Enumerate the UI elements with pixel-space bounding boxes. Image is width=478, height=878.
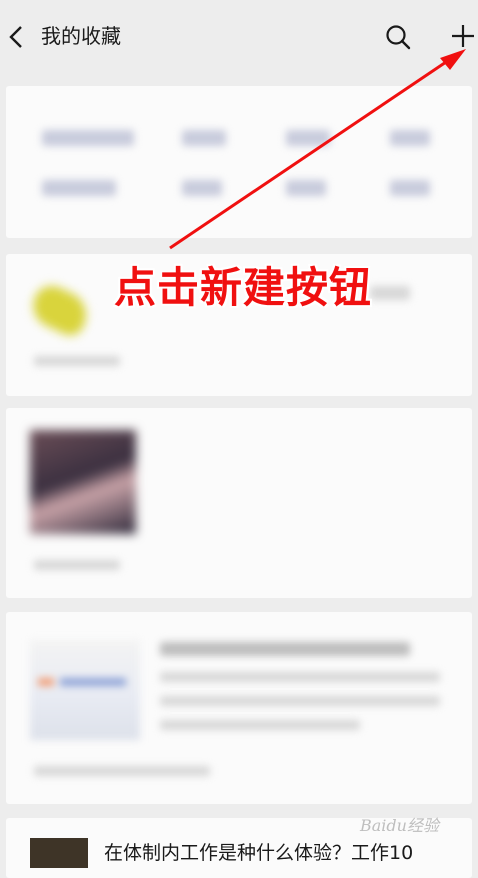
item-snippet bbox=[370, 286, 410, 300]
item-title-line bbox=[160, 696, 440, 706]
item-meta bbox=[34, 356, 120, 366]
item-meta bbox=[34, 766, 210, 776]
item-meta bbox=[34, 560, 120, 570]
search-icon[interactable] bbox=[384, 23, 412, 51]
item-thumbnail bbox=[30, 430, 136, 534]
item-title-line bbox=[160, 642, 410, 656]
tag-filter-card bbox=[6, 86, 472, 238]
annotation-label: 点击新建按钮 bbox=[114, 263, 373, 312]
chevron-left-icon[interactable] bbox=[7, 24, 27, 50]
item-thumbnail bbox=[30, 640, 140, 740]
watermark: Baidu经验 bbox=[360, 816, 439, 835]
top-bar: 我的收藏 bbox=[0, 0, 478, 72]
item-title-line bbox=[160, 720, 360, 730]
item-title: 在体制内工作是种什么体验？工作10 bbox=[104, 842, 414, 864]
item-title-line bbox=[160, 672, 440, 682]
item-thumbnail bbox=[30, 838, 88, 868]
page-title: 我的收藏 bbox=[41, 24, 121, 48]
plus-icon[interactable] bbox=[448, 21, 478, 51]
